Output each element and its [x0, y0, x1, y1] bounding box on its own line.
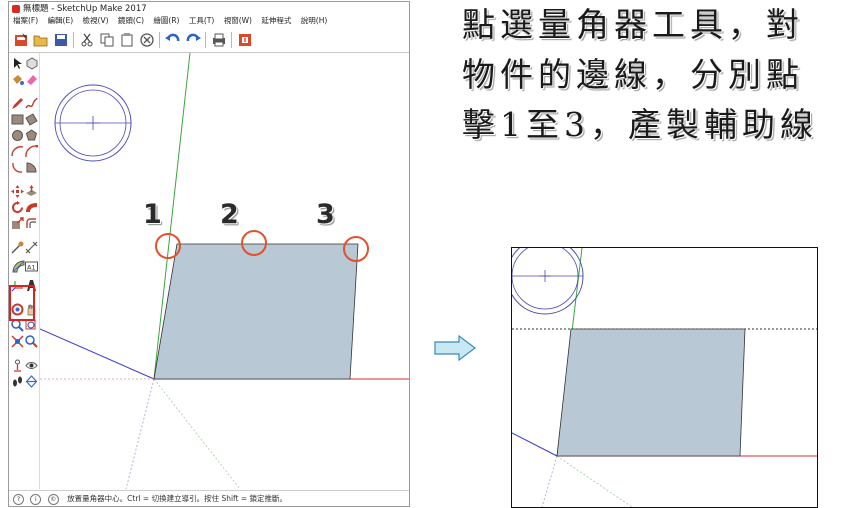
preview-rectangle-face [556, 328, 746, 457]
window-title: 無標題 - SketchUp Make 2017 [23, 4, 147, 14]
sketchup-window: 無標題 - SketchUp Make 2017 檔案(F) 編輯(E) 檢視(… [8, 1, 410, 507]
undo-icon[interactable] [165, 32, 181, 48]
select-tool-icon[interactable] [11, 57, 24, 70]
instruction-line-1: 點選量角器工具，對 [462, 5, 804, 44]
preview-green-axis-negative [556, 455, 633, 507]
look-around-icon[interactable] [25, 359, 38, 372]
position-camera-icon[interactable] [11, 359, 24, 372]
rectangle-face[interactable] [153, 243, 359, 380]
eraser-icon[interactable] [25, 73, 38, 86]
scale-icon[interactable] [11, 217, 24, 230]
menu-window[interactable]: 視窗(W) [224, 16, 252, 25]
status-bar: ? i © 放置量角器中心。Ctrl = 切換建立導引。按住 Shift = 鎖… [9, 490, 409, 506]
text-tool-label: A1 [27, 264, 36, 272]
preview-blue-axis-negative [541, 455, 558, 507]
zoom-extents-icon[interactable] [11, 335, 24, 348]
getting-started-icon[interactable] [13, 32, 29, 48]
preview-protractor-icon [512, 248, 584, 315]
step-1-label: 1 [143, 199, 162, 230]
menu-view[interactable]: 檢視(V) [83, 16, 109, 25]
walk-icon[interactable] [11, 375, 24, 388]
instruction-line-3: 擊1至3，產製輔助線 [462, 105, 818, 144]
blue-axis-negative [125, 378, 155, 490]
model-info-icon[interactable] [237, 32, 253, 48]
tape-measure-icon[interactable] [11, 241, 24, 254]
instruction-line-2: 物件的邊線，分別點 [462, 55, 804, 94]
title-bar: 無標題 - SketchUp Make 2017 [9, 2, 409, 16]
menu-help[interactable]: 說明(H) [301, 16, 328, 25]
menu-draw[interactable]: 繪圖(R) [153, 16, 179, 25]
arc-icon[interactable] [11, 145, 24, 158]
blue-axis [39, 328, 155, 380]
cut-icon[interactable] [79, 32, 95, 48]
instruction-text: 點選量角器工具，對 物件的邊線，分別點 擊1至3，產製輔助線 [462, 0, 850, 150]
step-3-label: 3 [316, 199, 335, 230]
protractor-tool-icon[interactable] [12, 260, 25, 273]
paint-bucket-icon[interactable] [11, 73, 24, 86]
push-pull-icon[interactable] [25, 185, 38, 198]
next-step-arrow-icon [433, 334, 477, 362]
circle-icon[interactable] [11, 129, 24, 142]
follow-me-icon[interactable] [25, 201, 38, 214]
three-point-arc-icon[interactable] [11, 161, 24, 174]
erase-icon[interactable] [139, 32, 155, 48]
protractor-tool-highlight [9, 285, 35, 321]
menu-extensions[interactable]: 延伸程式 [261, 16, 291, 25]
rotated-rectangle-icon[interactable] [25, 113, 38, 126]
open-icon[interactable] [33, 32, 49, 48]
standard-toolbar [9, 28, 409, 53]
protractor-cursor-icon [54, 84, 132, 162]
move-tool-icon[interactable] [11, 185, 24, 198]
menu-camera[interactable]: 鏡頭(C) [118, 16, 144, 25]
menu-edit[interactable]: 編輯(E) [48, 16, 74, 25]
text-tool-icon[interactable]: A1 [25, 260, 38, 273]
freehand-icon[interactable] [25, 97, 38, 110]
rotate-icon[interactable] [11, 201, 24, 214]
model-viewport[interactable]: 1 2 3 [39, 52, 409, 490]
paste-icon[interactable] [119, 32, 135, 48]
large-tool-set: A1 [9, 53, 40, 489]
sketchup-app-icon [12, 5, 20, 13]
redo-icon[interactable] [185, 32, 201, 48]
pie-icon[interactable] [25, 161, 38, 174]
offset-icon[interactable] [25, 217, 38, 230]
polygon-icon[interactable] [25, 129, 38, 142]
geo-location-icon[interactable]: ? [13, 493, 24, 505]
green-axis-negative [153, 378, 241, 490]
menu-bar: 檔案(F) 編輯(E) 檢視(V) 鏡頭(C) 繪圖(R) 工具(T) 視窗(W… [9, 15, 409, 27]
save-icon[interactable] [53, 32, 69, 48]
previous-view-icon[interactable] [25, 335, 38, 348]
menu-file[interactable]: 檔案(F) [13, 16, 38, 25]
result-preview [511, 247, 818, 508]
dimension-icon[interactable] [25, 241, 38, 254]
credits-icon[interactable]: © [47, 493, 59, 505]
print-icon[interactable] [211, 32, 227, 48]
info-icon[interactable]: i [30, 493, 42, 505]
preview-blue-axis [512, 432, 558, 457]
component-tool-icon[interactable] [25, 57, 38, 70]
rectangle-icon[interactable] [11, 113, 24, 126]
step-2-label: 2 [220, 199, 239, 230]
menu-tools[interactable]: 工具(T) [189, 16, 214, 25]
pencil-icon[interactable] [11, 97, 24, 110]
section-plane-icon[interactable] [25, 375, 38, 388]
two-point-arc-icon[interactable] [25, 145, 38, 158]
copy-icon[interactable] [99, 32, 115, 48]
status-text: 放置量角器中心。Ctrl = 切換建立導引。按住 Shift = 鎖定推斷。 [67, 494, 288, 503]
